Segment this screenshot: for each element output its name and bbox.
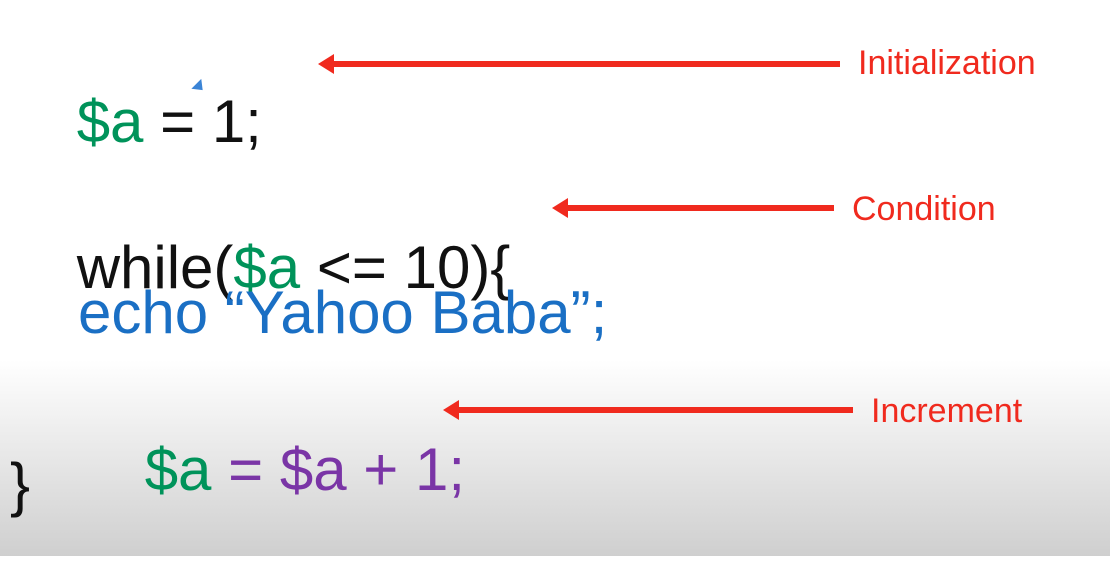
increment-expression: $a + 1;	[279, 436, 465, 503]
increment-operator: =	[211, 436, 280, 503]
increment-arrow	[443, 400, 853, 420]
increment-label: Increment	[871, 392, 1023, 430]
initialization-label: Initialization	[858, 44, 1036, 82]
code-line-increment: $a = $a + 1;	[78, 380, 465, 560]
condition-label: Condition	[852, 190, 996, 228]
code-line-echo: echo “Yahoo Baba”;	[78, 279, 608, 346]
assignment-text: = 1;	[143, 88, 262, 155]
variable-a: $a	[76, 88, 144, 155]
code-line-closing-brace: }	[10, 451, 31, 518]
initialization-arrow	[318, 54, 840, 74]
condition-arrow	[552, 198, 834, 218]
variable-a: $a	[144, 436, 212, 503]
